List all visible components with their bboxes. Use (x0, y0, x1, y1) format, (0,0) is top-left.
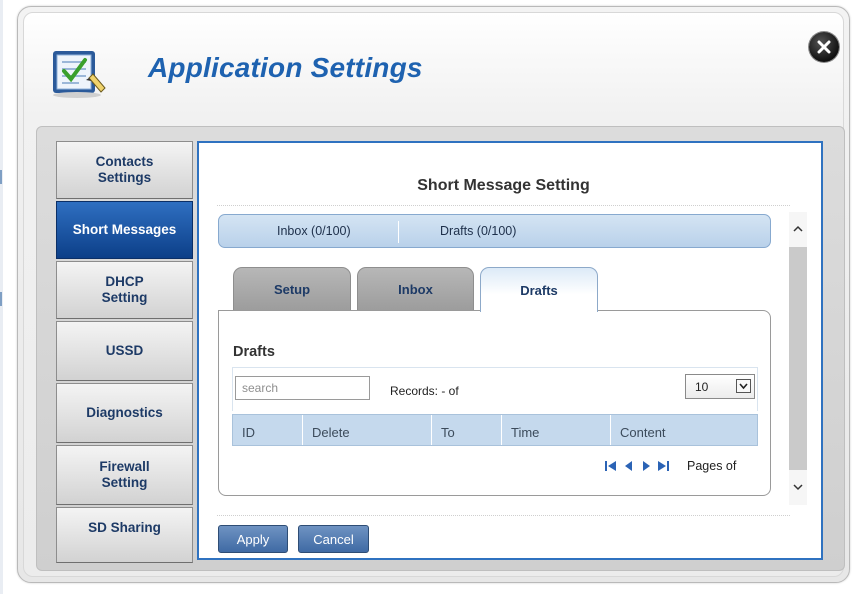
sidebar-item-ussd[interactable]: USSD (56, 321, 193, 381)
column-header-id[interactable]: ID (233, 415, 303, 445)
inbox-count-link[interactable]: Inbox (0/100) (277, 224, 351, 238)
message-counter-bar: Inbox (0/100) Drafts (0/100) (218, 214, 771, 248)
sidebar-item-label: Diagnostics (86, 405, 163, 420)
edge-mark (0, 292, 2, 306)
column-header-time[interactable]: Time (502, 415, 611, 445)
records-count: Records: - of (390, 384, 459, 398)
sidebar-item-label: Firewall Setting (99, 459, 150, 490)
tab-label: Inbox (398, 282, 433, 297)
main-panel: Short Message Setting Inbox (0/100) Draf… (197, 141, 823, 560)
tab-inbox[interactable]: Inbox (357, 267, 474, 311)
close-button[interactable] (809, 32, 839, 62)
column-header-to[interactable]: To (432, 415, 502, 445)
first-page-icon[interactable] (605, 459, 617, 473)
chevron-up-icon (793, 225, 803, 232)
sidebar-item-label: Contacts Settings (95, 154, 154, 185)
tab-label: Drafts (520, 282, 558, 298)
edge-mark (0, 170, 2, 184)
column-header-content[interactable]: Content (611, 415, 757, 445)
sidebar-item-sd-sharing[interactable]: SD Sharing (56, 507, 193, 563)
column-header-delete[interactable]: Delete (303, 415, 432, 445)
next-page-icon[interactable] (640, 459, 652, 473)
drafts-title: Drafts (233, 344, 275, 360)
close-icon (817, 40, 831, 54)
sidebar-item-diagnostics[interactable]: Diagnostics (56, 383, 193, 443)
sidebar-item-short-messages[interactable]: Short Messages (56, 201, 193, 259)
scroll-down-button[interactable] (789, 470, 807, 505)
sidebar-item-firewall-setting[interactable]: Firewall Setting (56, 445, 193, 505)
sidebar-item-label: USSD (105, 343, 144, 358)
scroll-up-button[interactable] (789, 212, 807, 247)
sidebar-item-label: SD Sharing (88, 520, 161, 535)
tab-label: Setup (273, 282, 311, 297)
settings-checklist-icon (49, 48, 113, 100)
prev-page-icon[interactable] (623, 459, 635, 473)
sidebar-item-dhcp-setting[interactable]: DHCP Setting (56, 261, 193, 319)
sidebar-item-contacts-settings[interactable]: Contacts Settings (56, 141, 193, 199)
dialog-title: Application Settings (148, 52, 423, 83)
apply-button[interactable]: Apply (218, 525, 288, 553)
scrollbar[interactable] (789, 212, 807, 505)
search-input[interactable] (235, 376, 370, 400)
pages-label: Pages of (687, 459, 737, 473)
page-edge (0, 0, 3, 594)
chevron-down-icon (793, 484, 803, 491)
sidebar-item-label: DHCP Setting (101, 274, 148, 305)
sidebar-item-label: Short Messages (72, 222, 177, 237)
drafts-toolbar: Records: - of 10 (232, 367, 758, 411)
chevron-down-icon (736, 379, 751, 393)
tab-drafts[interactable]: Drafts (480, 267, 598, 312)
footer-divider (217, 515, 790, 516)
drafts-count-link[interactable]: Drafts (0/100) (440, 224, 516, 238)
divider (398, 221, 399, 243)
drafts-panel: Drafts Records: - of 10 ID Delete To Tim… (218, 310, 771, 496)
sidebar: Contacts Settings Short Messages DHCP Se… (56, 141, 193, 565)
page-size-select[interactable]: 10 (685, 374, 755, 399)
panel-heading: Short Message Setting (217, 177, 790, 206)
scroll-thumb[interactable] (789, 247, 807, 470)
page-size-value: 10 (695, 380, 709, 394)
cancel-button[interactable]: Cancel (298, 525, 369, 553)
drafts-table-header: ID Delete To Time Content (232, 414, 758, 446)
tab-setup[interactable]: Setup (233, 267, 351, 311)
last-page-icon[interactable] (657, 459, 669, 473)
